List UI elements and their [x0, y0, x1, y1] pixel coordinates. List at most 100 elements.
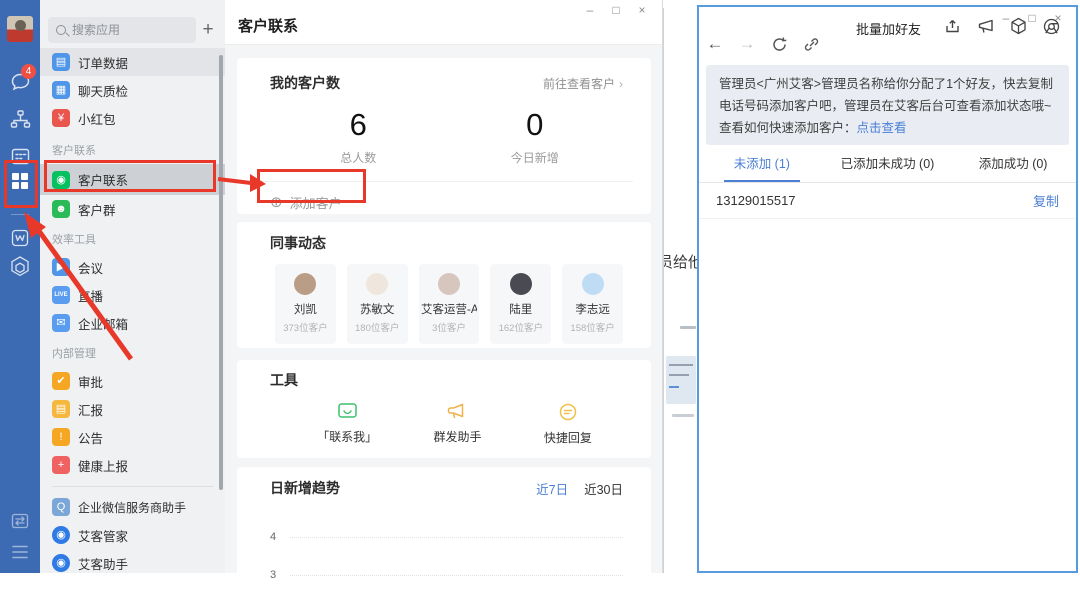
avatar — [510, 273, 532, 295]
colleague-tile[interactable]: 苏敏文 180位客户 — [347, 264, 408, 344]
refresh-icon[interactable] — [763, 36, 795, 53]
card-title: 日新增趋势 — [270, 478, 340, 498]
chart-gridline: 3 — [270, 569, 623, 581]
health-report-icon: + — [52, 456, 70, 474]
customer-group-icon: ☻ — [52, 200, 70, 218]
app-item-health-report[interactable]: + 健康上报 — [40, 451, 225, 479]
app-item-approval[interactable]: ✔ 审批 — [40, 367, 225, 395]
list-divider — [40, 479, 225, 493]
phone-number: 13129015517 — [716, 193, 796, 208]
add-customer-button[interactable]: ⊕ 添加客户 — [270, 182, 623, 222]
app-item-customer-group[interactable]: ☻ 客户群 — [40, 195, 225, 223]
left-rail: 4 — [0, 0, 40, 573]
quick-reply-icon — [559, 403, 577, 421]
stat-total: 6 总人数 — [270, 107, 447, 166]
link-icon[interactable] — [795, 36, 827, 53]
app-panel: + ▤ 订单数据 ▦ 聊天质检 ¥ 小红包 客户联系 ◉ 客户联系 ☻ 客户群 … — [40, 0, 225, 573]
y-tick: 4 — [270, 531, 286, 543]
tab-last-7-days[interactable]: 近7日 — [536, 479, 568, 498]
background-window-notice-fragment — [666, 356, 696, 404]
view-customers-link[interactable]: 前往查看客户› — [543, 75, 623, 92]
back-icon[interactable]: ← — [699, 34, 731, 54]
app-item-red-packet[interactable]: ¥ 小红包 — [40, 104, 225, 132]
card-title: 工具 — [270, 370, 623, 390]
chart-gridline: 4 — [270, 531, 623, 543]
app-item-mail[interactable]: ✉ 企业邮箱 — [40, 309, 225, 337]
app-item-customer-contact[interactable]: ◉ 客户联系 — [40, 164, 225, 195]
add-app-button[interactable]: + — [196, 19, 220, 41]
order-data-icon: ▤ — [52, 53, 70, 71]
search-icon — [56, 25, 66, 35]
chat-badge: 4 — [21, 64, 36, 79]
broadcast-icon — [447, 403, 467, 420]
drive-icon[interactable] — [0, 255, 40, 279]
app-item-meeting[interactable]: ▶ 会议 — [40, 253, 225, 281]
app-item-order-data[interactable]: ▤ 订单数据 — [40, 48, 225, 76]
browser-page-title: 批量加好友 — [856, 19, 921, 38]
service-provider-icon: Q — [52, 498, 70, 516]
rail-divider — [11, 214, 29, 215]
trend-card: 日新增趋势 近7日 近30日 4 3 — [237, 467, 651, 597]
group-header-customer-contact: 客户联系 — [40, 132, 225, 164]
card-title: 同事动态 — [270, 233, 623, 253]
colleagues-card: 同事动态 刘凯 373位客户 苏敏文 180位客户 艾客运营-A.. 3位客户 … — [237, 222, 651, 348]
avatar[interactable] — [7, 16, 33, 42]
approval-icon: ✔ — [52, 372, 70, 390]
chat-qc-icon: ▦ — [52, 81, 70, 99]
docs-icon[interactable] — [0, 228, 40, 248]
tab-last-30-days[interactable]: 近30日 — [584, 479, 623, 498]
contact-me-icon — [338, 403, 357, 420]
customer-contact-window: 客户联系 – □ × 我的客户数 前往查看客户› 6 总人数 0 今日新增 ⊕ … — [225, 0, 663, 573]
close-button[interactable]: × — [636, 3, 648, 17]
workbench-icon[interactable] — [0, 170, 40, 192]
tab-added-success[interactable]: 添加成功 (0) — [950, 149, 1076, 182]
titlebar: 客户联系 – □ × — [225, 0, 662, 45]
colleague-tile[interactable]: 李志远 158位客户 — [562, 264, 623, 344]
search-box[interactable] — [48, 17, 196, 43]
app-item-aike-manager[interactable]: ◉ 艾客管家 — [40, 521, 225, 549]
report-icon: ▤ — [52, 400, 70, 418]
calendar-icon[interactable] — [0, 146, 40, 167]
copy-button[interactable]: 复制 — [1033, 191, 1059, 210]
customer-contact-icon: ◉ — [52, 171, 70, 189]
scrollbar[interactable] — [219, 55, 223, 490]
tool-contact-me[interactable]: 「联系我」 — [292, 403, 402, 446]
meeting-icon: ▶ — [52, 258, 70, 276]
maximize-button[interactable]: □ — [610, 3, 622, 17]
menu-icon[interactable] — [0, 544, 40, 560]
avatar — [438, 273, 460, 295]
stat-new-today: 0 今日新增 — [447, 107, 624, 166]
y-tick: 3 — [270, 569, 286, 581]
tool-quick-reply[interactable]: 快捷回复 — [513, 403, 623, 446]
click-to-view-link[interactable]: 点击查看 — [857, 121, 907, 135]
announcement-icon: ! — [52, 428, 70, 446]
colleague-tile[interactable]: 陆里 162位客户 — [490, 264, 551, 344]
admin-notice: 管理员<广州艾客>管理员名称给你分配了1个好友，快去复制电话号码添加客户吧，管理… — [706, 65, 1069, 145]
tool-broadcast[interactable]: 群发助手 — [402, 403, 512, 446]
megaphone-icon[interactable] — [969, 19, 1002, 34]
app-item-report[interactable]: ▤ 汇报 — [40, 395, 225, 423]
live-icon: LIVE — [52, 286, 70, 304]
app-item-chat-qc[interactable]: ▦ 聊天质检 — [40, 76, 225, 104]
card-title: 我的客户数 — [270, 73, 340, 93]
red-packet-icon: ¥ — [52, 109, 70, 127]
browser-icon[interactable] — [1035, 18, 1068, 35]
transfer-icon[interactable] — [0, 511, 40, 531]
chevron-right-icon: › — [619, 77, 623, 91]
search-input[interactable] — [72, 23, 188, 37]
app-item-announcement[interactable]: ! 公告 — [40, 423, 225, 451]
minimize-button[interactable]: – — [584, 3, 596, 17]
tab-not-added[interactable]: 未添加 (1) — [699, 149, 825, 182]
forward-icon[interactable]: → — [731, 34, 763, 54]
colleague-tile[interactable]: 艾客运营-A.. 3位客户 — [419, 264, 480, 344]
plus-circle-icon: ⊕ — [270, 193, 283, 211]
cube-icon[interactable] — [1002, 17, 1035, 35]
app-item-service-provider-assistant[interactable]: Q 企业微信服务商助手 — [40, 493, 225, 521]
tab-added-failed[interactable]: 已添加未成功 (0) — [825, 149, 951, 182]
contacts-icon[interactable] — [0, 109, 40, 130]
colleague-tile[interactable]: 刘凯 373位客户 — [275, 264, 336, 344]
background-window: 员给他 — [663, 8, 697, 573]
share-icon[interactable] — [936, 18, 969, 35]
app-item-live[interactable]: LIVE 直播 — [40, 281, 225, 309]
phone-list-item: 13129015517 复制 — [699, 183, 1076, 219]
